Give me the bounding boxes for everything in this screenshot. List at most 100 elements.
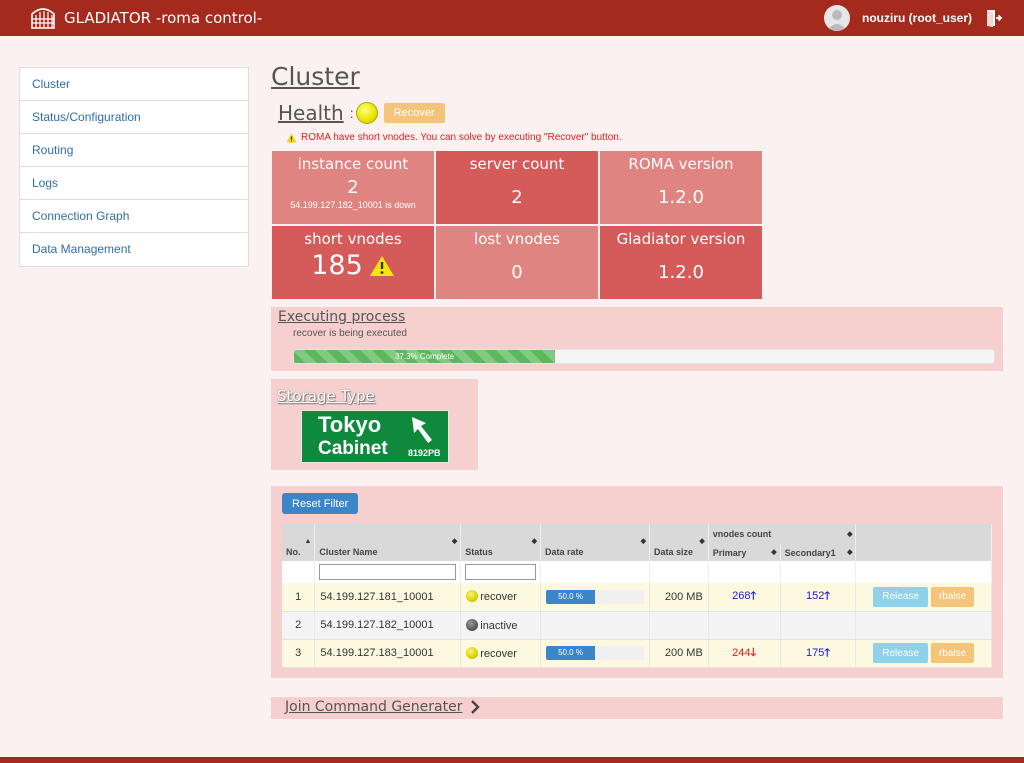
row-primary <box>708 611 781 640</box>
health-status-yellow-icon <box>355 102 378 124</box>
row-status: inactive <box>460 611 542 640</box>
data-rate-bar: 50.0 % <box>546 646 645 660</box>
col-header-cluster-name[interactable]: Cluster Name ◆ <box>314 524 462 561</box>
logout-icon[interactable] <box>986 9 1002 27</box>
brand-name: GLADIATOR <box>64 9 152 27</box>
filter-cell <box>460 561 542 583</box>
table-row: 2 54.199.127.182_10001 inactive <box>282 611 992 640</box>
health-warning-text: ROMA have short vnodes. You can solve by… <box>301 132 622 143</box>
cluster-name-filter-input[interactable] <box>319 564 457 580</box>
row-secondary <box>780 611 857 640</box>
col-header-no-label: No. <box>286 547 301 557</box>
col-header-secondary-label: Secondary1 <box>784 547 836 558</box>
join-command-panel[interactable]: Join Command Generater <box>271 697 1003 719</box>
cluster-table: No. ▲ Cluster Name ◆ Status ◆ Data rate ◆ Da… <box>282 524 992 668</box>
brand[interactable]: GLADIATOR -roma control- <box>30 6 262 30</box>
sort-asc-icon: ▲ <box>304 538 312 545</box>
row-cluster-name: 54.199.127.183_10001 <box>314 639 462 668</box>
stat-label: instance count <box>297 155 409 173</box>
recover-button[interactable]: Recover <box>383 103 445 123</box>
col-header-status[interactable]: Status ◆ <box>460 524 542 561</box>
col-header-primary-label: Primary <box>712 547 747 558</box>
row-secondary: 175🡑 <box>780 639 857 668</box>
status-inactive-icon <box>466 618 479 631</box>
sign-line-1: Tokyo <box>318 412 382 437</box>
status-filter-input[interactable] <box>465 564 537 580</box>
secondary-count: 175 <box>805 646 825 659</box>
release-button[interactable]: Release <box>873 586 928 607</box>
executing-process-title: Executing process <box>278 309 406 325</box>
col-header-vnodes-label: vnodes count <box>712 529 772 539</box>
col-header-data-size[interactable]: Data size ◆ <box>649 524 709 561</box>
tokyo-cabinet-sign: Tokyo Cabinet 8192PB <box>301 410 449 463</box>
stat-value: 0 <box>511 262 523 283</box>
join-command-link[interactable]: Join Command Generater <box>285 699 462 715</box>
col-header-secondary[interactable]: Secondary1 ◆ <box>780 544 857 561</box>
filter-cell <box>708 561 781 583</box>
col-header-vnodes-count[interactable]: vnodes count ◆ <box>708 524 857 544</box>
filter-cell <box>780 561 857 583</box>
cluster-table-panel: Reset Filter No. ▲ Cluster Name ◆ Status ◆ … <box>271 486 1003 678</box>
sidebar-nav: Cluster Status/Configuration Routing Log… <box>19 67 249 267</box>
stat-instance-count: instance count 2 54.199.127.182_10001 is… <box>272 151 434 224</box>
sidebar-item-connection-graph[interactable]: Connection Graph <box>20 200 248 233</box>
col-header-actions <box>855 524 992 561</box>
sidebar-item-data-management[interactable]: Data Management <box>20 233 248 266</box>
brand-subtitle: -roma control- <box>155 9 263 27</box>
data-rate-bar: 50.0 % <box>546 589 645 604</box>
arrow-down-icon: 🡓 <box>750 646 757 659</box>
primary-count: 268 <box>732 590 751 603</box>
bottom-bar <box>0 757 1024 763</box>
arrow-up-left-icon <box>412 417 432 443</box>
stat-roma-version: ROMA version 1.2.0 <box>600 151 762 224</box>
executing-process-message: recover is being executed <box>293 328 407 339</box>
sort-icon: ◆ <box>699 538 705 545</box>
stat-value: 1.2.0 <box>658 187 704 208</box>
row-actions: Release rbalse <box>855 583 992 612</box>
col-header-no[interactable]: No. ▲ <box>282 524 316 561</box>
rbalse-button[interactable]: rbalse <box>930 643 975 663</box>
top-navbar: GLADIATOR -roma control- nouziru (root_u… <box>0 0 1024 36</box>
health-colon: : <box>349 105 354 121</box>
row-data-size <box>649 611 709 640</box>
sort-icon: ◆ <box>531 538 538 545</box>
stat-label: lost vnodes <box>474 230 560 248</box>
secondary-count: 152 <box>805 590 825 603</box>
row-status: recover <box>460 639 542 668</box>
executing-process-panel: Executing process recover is being execu… <box>271 307 1003 371</box>
health-warning: ROMA have short vnodes. You can solve by… <box>286 132 622 143</box>
filter-cell <box>855 561 992 583</box>
col-header-primary[interactable]: Primary ◆ <box>708 544 781 561</box>
arrow-up-icon: 🡑 <box>824 590 831 603</box>
arrow-up-icon: 🡑 <box>824 646 831 659</box>
row-data-size: 200 MB <box>649 583 709 612</box>
stat-label: ROMA version <box>628 155 734 173</box>
col-header-data-rate[interactable]: Data rate ◆ <box>540 524 651 561</box>
user-menu[interactable]: nouziru (root_user) <box>824 5 1002 31</box>
stat-label: Gladiator version <box>616 230 746 248</box>
rbalse-button[interactable]: rbalse <box>930 586 975 607</box>
sidebar-item-routing[interactable]: Routing <box>20 134 248 167</box>
stat-value: 1.2.0 <box>658 262 704 283</box>
release-button[interactable]: Release <box>873 643 928 663</box>
sign-line-2: Cabinet <box>318 438 388 459</box>
avatar <box>824 5 850 31</box>
row-actions <box>855 611 992 640</box>
row-data-size: 200 MB <box>649 639 709 668</box>
row-no: 2 <box>282 611 316 640</box>
colosseum-logo-icon <box>31 8 55 29</box>
filter-cell <box>649 561 709 583</box>
sidebar-item-status-configuration[interactable]: Status/Configuration <box>20 101 248 134</box>
col-header-status-label: Status <box>465 547 493 557</box>
row-secondary: 152🡑 <box>780 583 857 612</box>
stat-label: server count <box>469 155 565 173</box>
sort-icon: ◆ <box>640 538 647 545</box>
sidebar-item-logs[interactable]: Logs <box>20 167 248 200</box>
stat-label: short vnodes <box>304 230 402 248</box>
sort-icon: ◆ <box>847 549 853 556</box>
reset-filter-button[interactable]: Reset Filter <box>282 493 359 514</box>
sidebar-item-cluster[interactable]: Cluster <box>20 68 248 101</box>
sign-size: 8192PB <box>408 448 441 458</box>
storage-type-panel: Storage Type Tokyo Cabinet 8192PB <box>271 379 478 470</box>
arrow-up-icon: 🡑 <box>750 590 757 603</box>
